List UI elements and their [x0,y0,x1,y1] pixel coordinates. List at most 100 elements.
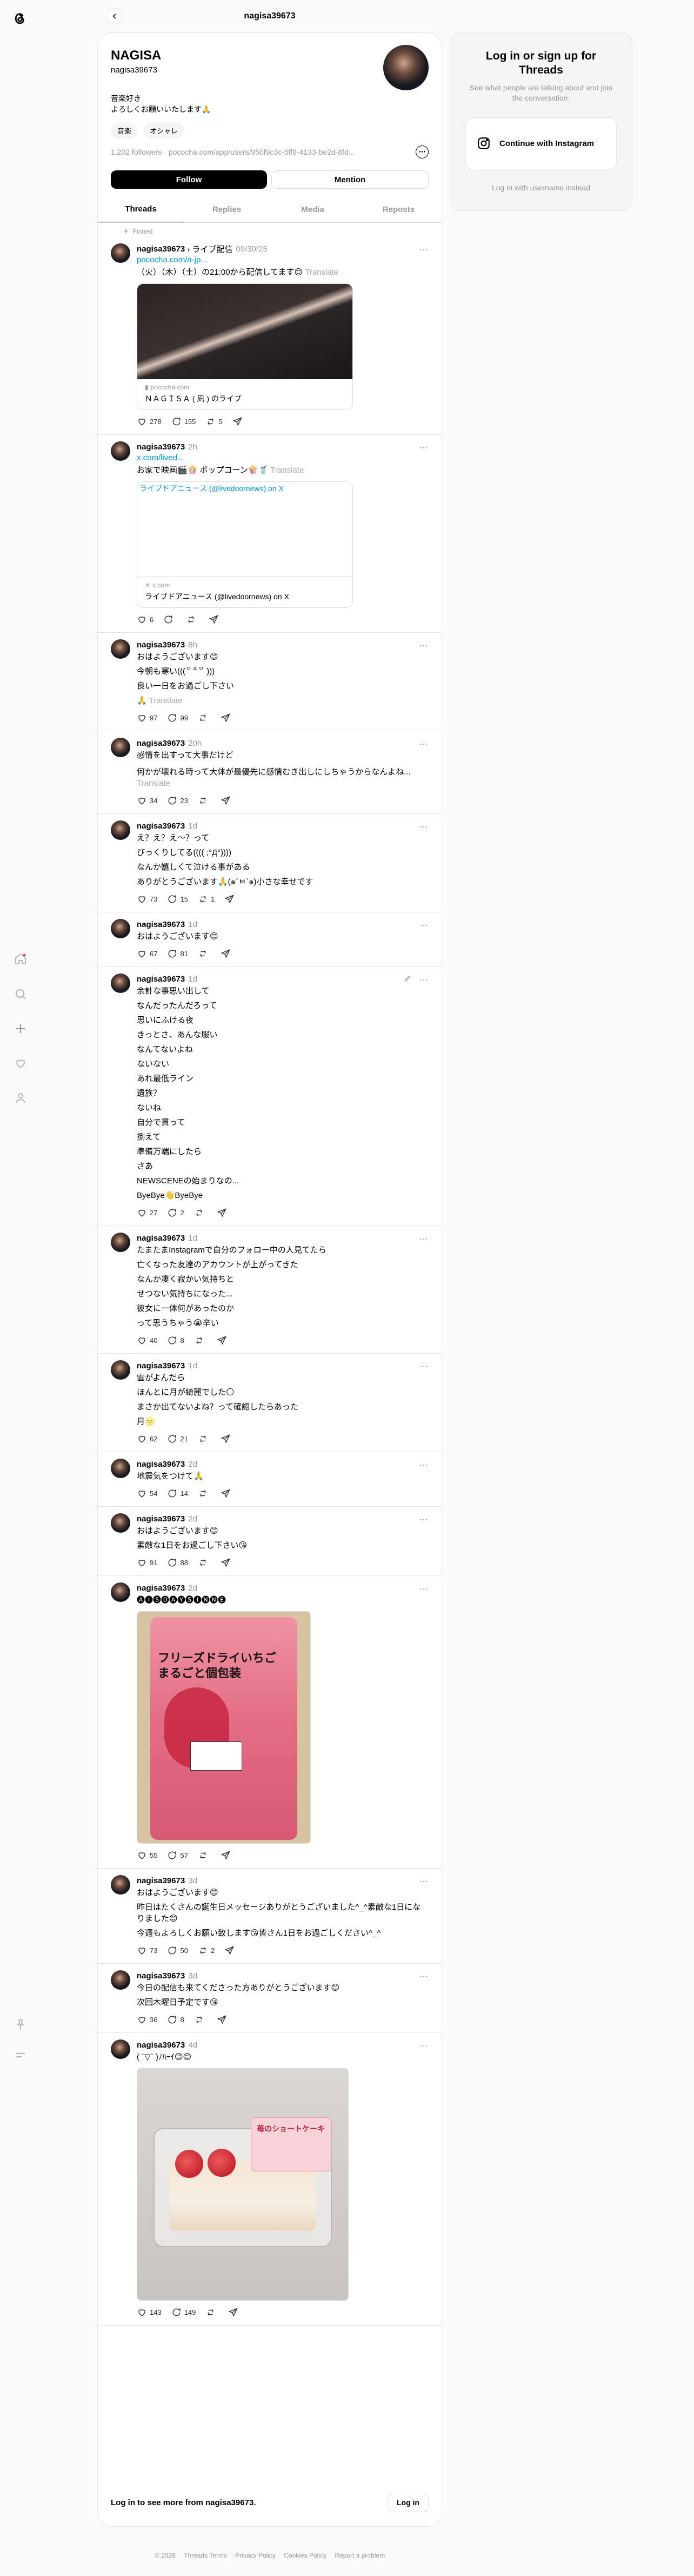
post-username[interactable]: nagisa39673 [137,2041,185,2050]
post-username[interactable]: nagisa39673 [137,1584,185,1593]
post-more-icon[interactable]: ⋯ [419,1361,429,1372]
like-button[interactable]: 97 [137,713,157,723]
post-more-icon[interactable]: ⋯ [419,822,429,832]
like-button[interactable]: 40 [137,1335,157,1346]
log-in-button[interactable]: Log in [388,2493,429,2512]
link-preview-card[interactable]: ライブドアニュース (@livedoornews) on X ✕ x.com ライブド… [137,481,353,608]
reply-button[interactable]: 2 [167,1208,184,1218]
repost-button[interactable] [205,2307,218,2317]
post-avatar[interactable] [111,919,130,938]
menu-icon[interactable] [0,2040,41,2070]
heart-icon[interactable] [0,1048,41,1078]
reply-button[interactable]: 8 [167,1335,184,1346]
translate-link[interactable]: Translate [305,268,338,277]
reply-button[interactable]: 88 [167,1558,188,1568]
post-avatar[interactable] [111,1360,130,1380]
profile-link[interactable]: pococha.com/app/users/950f9c3c-5ff8-4133… [169,148,396,156]
post-more-icon[interactable]: ⋯ [419,640,429,651]
tab-media[interactable]: Media [270,196,356,222]
post-more-icon[interactable]: ⋯ [419,1971,429,1982]
threads-logo-icon[interactable] [9,8,30,29]
like-button[interactable]: 278 [137,416,162,427]
post-more-icon[interactable]: ⋯ [419,1234,429,1244]
share-button[interactable] [209,614,219,625]
post-more-icon[interactable]: ⋯ [419,244,429,255]
like-button[interactable]: 55 [137,1850,157,1860]
repost-button[interactable] [198,1488,211,1499]
repost-button[interactable]: 1 [198,894,215,904]
thread-post[interactable]: ⋯ nagisa39673 2h x.com/lived... お家で映画🎬🍿 ポップコ… [98,435,442,633]
thread-post[interactable]: ⋯ nagisa39673 1d 余計な事思い出して なんだったんだろって 思いにふける夜… [98,967,442,1226]
tab-replies[interactable]: Replies [184,196,270,222]
tag-chip[interactable]: 音楽 [111,122,138,139]
post-username[interactable]: nagisa39673 [137,1460,185,1469]
reply-button[interactable]: 155 [171,416,196,427]
post-link[interactable]: pococha.com/a-jp... [137,254,429,266]
share-button[interactable] [224,1945,235,1956]
reply-button[interactable] [163,614,176,625]
share-button[interactable] [228,2307,238,2317]
share-button[interactable] [232,416,243,427]
thread-post[interactable]: ⋯ nagisa39673 4d( ´▽` )ﾉﾊｰｲ😊😊 苺のショートケーキ 143 1… [98,2033,442,2326]
post-avatar[interactable] [111,1233,130,1252]
footer-link[interactable]: Cookies Policy [284,2552,326,2559]
reply-button[interactable]: 99 [167,713,188,723]
search-icon[interactable] [0,979,41,1009]
translate-link[interactable]: Translate [137,779,170,788]
post-more-icon[interactable]: ⋯ [419,1584,429,1594]
thread-post[interactable]: ⋯ nagisa39673 2d おはようございます😊 素敵な1日をお過ごし下さい😘 91… [98,1507,442,1576]
reply-button[interactable]: 57 [167,1850,188,1860]
thread-post[interactable]: ⋯ nagisa39673 1d たまたまInstagramで自分のフォロー中の人見て… [98,1226,442,1354]
share-button[interactable] [221,1850,231,1860]
share-button[interactable] [217,1335,227,1346]
post-more-icon[interactable]: ⋯ [419,1876,429,1887]
reply-button[interactable]: 23 [167,796,188,806]
post-username[interactable]: nagisa39673 [137,1234,185,1243]
post-avatar[interactable] [111,1875,130,1895]
repost-button[interactable] [198,949,211,959]
post-photo[interactable]: 苺のショートケーキ [137,2068,349,2301]
share-button[interactable] [221,1488,231,1499]
reply-button[interactable]: 15 [167,894,188,904]
thread-post[interactable]: ⋯ nagisa39673 1d え？え？え〜？って びっくりしてる(((( ;°Д°)… [98,814,442,912]
post-avatar[interactable] [111,1459,130,1478]
post-username[interactable]: nagisa39673 [137,975,185,984]
like-button[interactable]: 91 [137,1558,157,1568]
repost-button[interactable] [194,2015,207,2025]
repost-button[interactable] [198,796,211,806]
post-more-icon[interactable]: ⋯ [419,442,429,453]
repost-button[interactable] [186,614,199,625]
thread-post[interactable]: ⋯ nagisa39673 20h 感情を出すって大事だけど 何かが壊れる時って大体が最… [98,731,442,814]
like-button[interactable]: 73 [137,894,157,904]
post-username[interactable]: nagisa39673 [137,640,185,650]
repost-button[interactable] [194,1335,207,1346]
post-avatar[interactable] [111,820,130,840]
repost-button[interactable]: 5 [205,416,223,427]
reply-button[interactable]: 81 [167,949,188,959]
post-photo[interactable]: フリーズドライいちご まるごと個包装 [137,1611,311,1844]
footer-link[interactable]: Privacy Policy [235,2552,276,2559]
post-avatar[interactable] [111,639,130,659]
post-more-icon[interactable]: ⋯ [419,920,429,931]
profile-avatar[interactable] [383,45,429,90]
translate-link[interactable]: Translate [270,466,304,475]
share-button[interactable] [221,949,231,959]
like-button[interactable]: 36 [137,2015,157,2025]
post-avatar[interactable] [111,243,130,263]
post-avatar[interactable] [111,1970,130,1990]
thread-post[interactable]: ⋯ nagisa39673 1d 雲がよんだら ほんとに月が綺麗でした🌕 まさか出てないよ… [98,1354,442,1452]
post-username[interactable]: nagisa39673 [137,920,185,929]
post-more-icon[interactable]: ⋯ [419,975,429,985]
like-button[interactable]: 73 [137,1945,157,1956]
post-avatar[interactable] [111,2039,130,2059]
thread-post[interactable]: ⋯ nagisa39673 3d 今日の配信も来てくださった方ありがとうございます😊 次… [98,1964,442,2033]
tab-reposts[interactable]: Reposts [356,196,442,222]
tab-threads[interactable]: Threads [98,196,184,222]
post-more-icon[interactable]: ⋯ [419,2041,429,2051]
post-more-icon[interactable]: ⋯ [419,1460,429,1471]
repost-button[interactable] [198,1850,211,1860]
repost-button[interactable]: 2 [198,1945,215,1956]
post-avatar[interactable] [111,1582,130,1602]
thread-post[interactable]: ⋯ nagisa39673 2d 地震気をつけて🙏 54 14 [98,1452,442,1507]
repost-button[interactable] [198,1558,211,1568]
